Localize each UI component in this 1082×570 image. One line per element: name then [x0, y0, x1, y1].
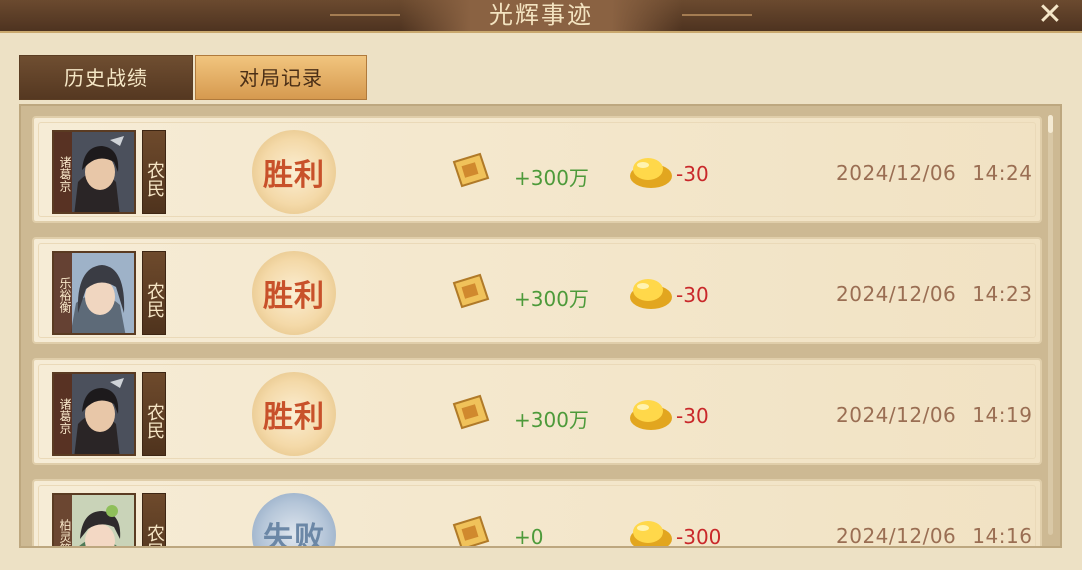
record-time: 14:24	[972, 161, 1033, 185]
close-icon: ✕	[1037, 0, 1063, 32]
record-timestamp: 2024/12/06 14:23	[836, 282, 1032, 306]
hero-avatar: 乐裕衡	[52, 251, 136, 335]
record-row: 诸葛京 农民 胜利 +300万 -30 2024/12/06 14:24	[32, 116, 1042, 223]
hero-name: 柏灵筠	[54, 495, 72, 546]
record-list[interactable]: 诸葛京 农民 胜利 +300万 -30 2024/12/06 14:24 乐裕衡	[19, 104, 1062, 548]
hero-name: 诸葛京	[54, 374, 72, 454]
record-row: 诸葛京 农民 胜利 +300万 -30 2024/12/06 14:19	[32, 358, 1042, 465]
result-label: 胜利	[263, 400, 325, 435]
record-timestamp: 2024/12/06 14:24	[836, 161, 1032, 185]
result-label: 失败	[263, 521, 325, 548]
tab-history-record[interactable]: 历史战绩	[19, 55, 193, 100]
hero-avatar: 诸葛京	[52, 372, 136, 456]
gold-ingot-icon	[630, 158, 672, 188]
record-time: 14:16	[972, 524, 1033, 548]
role-tag: 农民	[142, 130, 166, 214]
tab-match-record[interactable]: 对局记录	[195, 55, 367, 100]
ingot-change: -30	[676, 162, 709, 186]
gold-scroll-icon	[452, 515, 490, 546]
title-bar: 光辉事迹 ✕	[0, 0, 1082, 33]
gold-ingot-icon	[630, 279, 672, 309]
coin-change: +300万	[514, 287, 589, 311]
record-timestamp: 2024/12/06 14:19	[836, 403, 1032, 427]
record-timestamp: 2024/12/06 14:16	[836, 524, 1033, 548]
role-tag: 农民	[142, 493, 166, 546]
record-time: 14:19	[972, 403, 1033, 427]
hero-avatar: 柏灵筠	[52, 493, 136, 546]
gold-ingot-icon	[630, 400, 672, 430]
gold-scroll-icon	[452, 152, 490, 188]
ingot-change: -300	[676, 525, 722, 548]
scrollbar-thumb[interactable]	[1048, 115, 1053, 133]
record-date: 2024/12/06	[836, 403, 957, 427]
coin-change: +300万	[514, 408, 589, 432]
result-label: 胜利	[263, 158, 325, 193]
result-label: 胜利	[263, 279, 325, 314]
coin-change: +300万	[514, 166, 589, 190]
hero-avatar: 诸葛京	[52, 130, 136, 214]
gold-scroll-icon	[452, 273, 490, 309]
hero-name: 诸葛京	[54, 132, 72, 212]
record-time: 14:23	[972, 282, 1033, 306]
gold-ingot-icon	[630, 521, 672, 546]
window-title: 光辉事迹	[489, 1, 593, 29]
record-row: 乐裕衡 农民 胜利 +300万 -30 2024/12/06 14:23	[32, 237, 1042, 344]
hero-name: 乐裕衡	[54, 253, 72, 333]
list-scrollbar[interactable]	[1048, 115, 1053, 535]
record-date: 2024/12/06	[836, 524, 957, 548]
role-tag: 农民	[142, 372, 166, 456]
coin-change: +0	[514, 525, 544, 548]
record-date: 2024/12/06	[836, 161, 957, 185]
record-row: 柏灵筠 农民 失败 +0 -300 2024/12/06 14:16	[32, 479, 1042, 548]
ingot-change: -30	[676, 283, 709, 307]
ingot-change: -30	[676, 404, 709, 428]
close-button[interactable]: ✕	[1030, 0, 1070, 31]
record-date: 2024/12/06	[836, 282, 957, 306]
role-tag: 农民	[142, 251, 166, 335]
gold-scroll-icon	[452, 394, 490, 430]
